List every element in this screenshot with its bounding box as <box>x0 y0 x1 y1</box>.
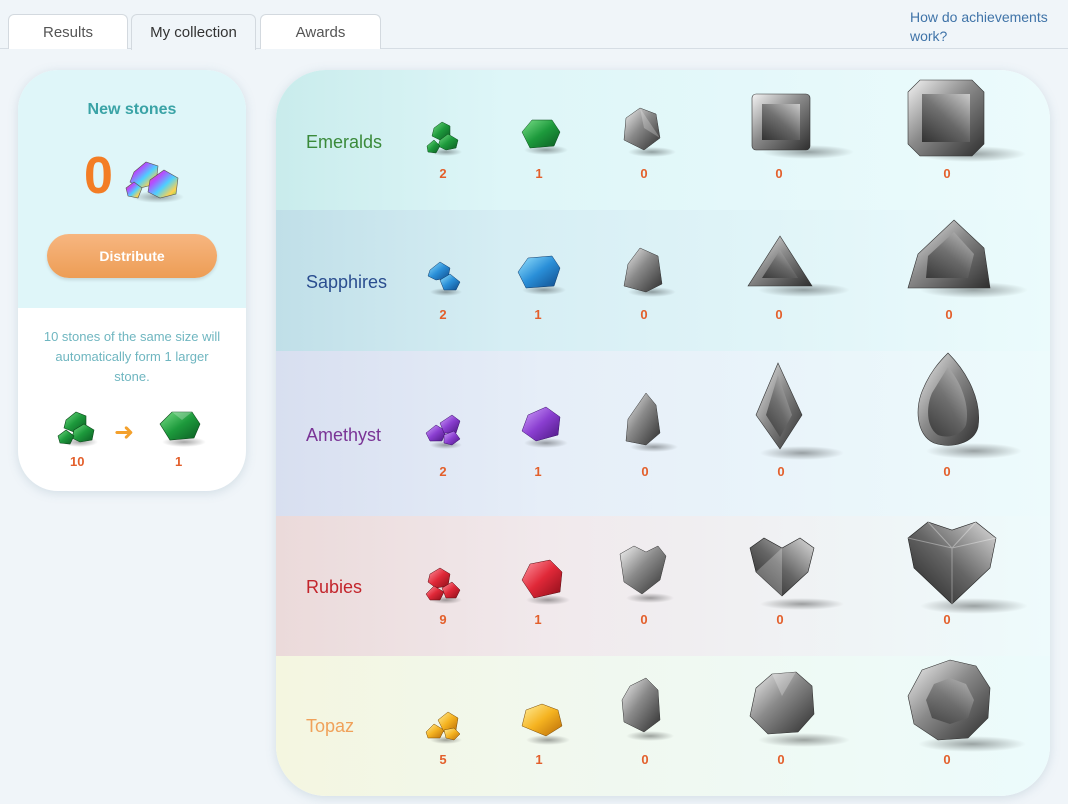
count-large: 0 <box>641 464 649 479</box>
arrow-right-icon: ➜ <box>114 419 135 446</box>
row-rubies: Rubies 9 1 0 0 0 <box>276 516 1050 656</box>
row-name: Topaz <box>306 716 355 736</box>
tab-label: Awards <box>295 23 346 41</box>
ruby-small-icon <box>425 567 462 604</box>
sapphire-large-locked-icon <box>623 247 676 297</box>
count-medium: 1 <box>534 464 542 479</box>
count-huge: 0 <box>943 612 951 627</box>
amethyst-small-icon <box>425 414 462 449</box>
count-medium: 1 <box>535 166 543 181</box>
row-topaz: Topaz 5 1 0 0 0 <box>276 656 1050 796</box>
row-amethyst: Amethyst 2 1 0 0 0 <box>276 351 1050 516</box>
count-xlarge: 0 <box>776 612 784 627</box>
tab-awards[interactable]: Awards <box>260 14 381 49</box>
count-huge: 0 <box>943 752 951 767</box>
tab-label: My collection <box>150 24 237 41</box>
tab-label: Results <box>42 23 94 41</box>
tab-my-collection[interactable]: My collection <box>131 14 256 50</box>
emerald-medium-icon <box>521 119 568 155</box>
count-small: 2 <box>439 464 447 479</box>
sapphire-medium-icon <box>517 255 566 295</box>
topaz-medium-icon <box>521 703 570 745</box>
row-name: Amethyst <box>306 425 382 445</box>
distribute-button[interactable]: Distribute <box>47 234 217 278</box>
row-name: Sapphires <box>306 272 388 292</box>
count-large: 0 <box>641 752 649 767</box>
achievements-help-link[interactable]: How do achievements work? <box>910 8 1060 46</box>
new-stones-count: 0 <box>84 147 113 205</box>
count-huge: 0 <box>945 307 953 322</box>
amethyst-xlarge-locked-icon <box>755 362 844 460</box>
tab-bar: Results My collection Awards <box>0 0 1068 50</box>
emerald-small-icon <box>426 121 462 156</box>
merge-to-count: 1 <box>175 454 183 469</box>
sapphire-huge-locked-icon <box>907 219 1028 298</box>
merge-from-count: 10 <box>70 454 85 469</box>
sapphire-small-icon <box>427 261 462 296</box>
count-huge: 0 <box>943 464 951 479</box>
amethyst-huge-locked-icon <box>917 352 1022 459</box>
count-medium: 1 <box>534 307 542 322</box>
amethyst-large-locked-icon <box>625 392 678 452</box>
count-small: 2 <box>439 166 447 181</box>
amethyst-medium-icon <box>521 406 568 448</box>
new-stones-panel: New stones 0 Distribute 10 stones of the… <box>18 70 246 491</box>
emerald-xlarge-locked-icon <box>751 93 854 159</box>
stone-collection: Emeralds 2 1 0 0 0 Sapphires 2 1 0 0 0 A… <box>276 70 1050 796</box>
count-large: 0 <box>640 166 648 181</box>
count-xlarge: 0 <box>775 166 783 181</box>
topaz-huge-locked-icon <box>907 659 1026 752</box>
tab-results[interactable]: Results <box>8 14 128 49</box>
topaz-small-icon <box>425 711 462 744</box>
count-huge: 0 <box>943 166 951 181</box>
count-medium: 1 <box>535 752 543 767</box>
new-stones-title: New stones <box>87 101 177 118</box>
ruby-xlarge-locked-icon <box>749 537 844 610</box>
topaz-large-locked-icon <box>621 677 674 741</box>
count-xlarge: 0 <box>777 752 785 767</box>
count-large: 0 <box>640 307 648 322</box>
count-small: 5 <box>439 752 447 767</box>
ruby-medium-icon <box>521 559 570 605</box>
rainbow-stones-icon <box>125 161 184 203</box>
topaz-xlarge-locked-icon <box>749 671 850 747</box>
ruby-large-locked-icon <box>619 545 674 603</box>
count-medium: 1 <box>534 612 542 627</box>
sapphire-xlarge-locked-icon <box>747 235 850 297</box>
row-emeralds: Emeralds 2 1 0 0 0 <box>276 70 1050 210</box>
merge-info-text: 10 stones of the same size will automati… <box>43 329 221 384</box>
row-name: Emeralds <box>306 132 383 152</box>
count-xlarge: 0 <box>775 307 783 322</box>
emerald-huge-locked-icon <box>907 79 1026 162</box>
count-large: 0 <box>640 612 648 627</box>
count-small: 9 <box>439 612 447 627</box>
count-small: 2 <box>439 307 447 322</box>
small-emerald-icon <box>57 411 98 447</box>
row-name: Rubies <box>306 577 363 597</box>
ruby-huge-locked-icon <box>907 521 1028 614</box>
medium-emerald-icon <box>159 411 206 447</box>
emerald-large-locked-icon <box>623 107 676 157</box>
count-xlarge: 0 <box>777 464 785 479</box>
row-sapphires: Sapphires 2 1 0 0 0 <box>276 210 1050 351</box>
